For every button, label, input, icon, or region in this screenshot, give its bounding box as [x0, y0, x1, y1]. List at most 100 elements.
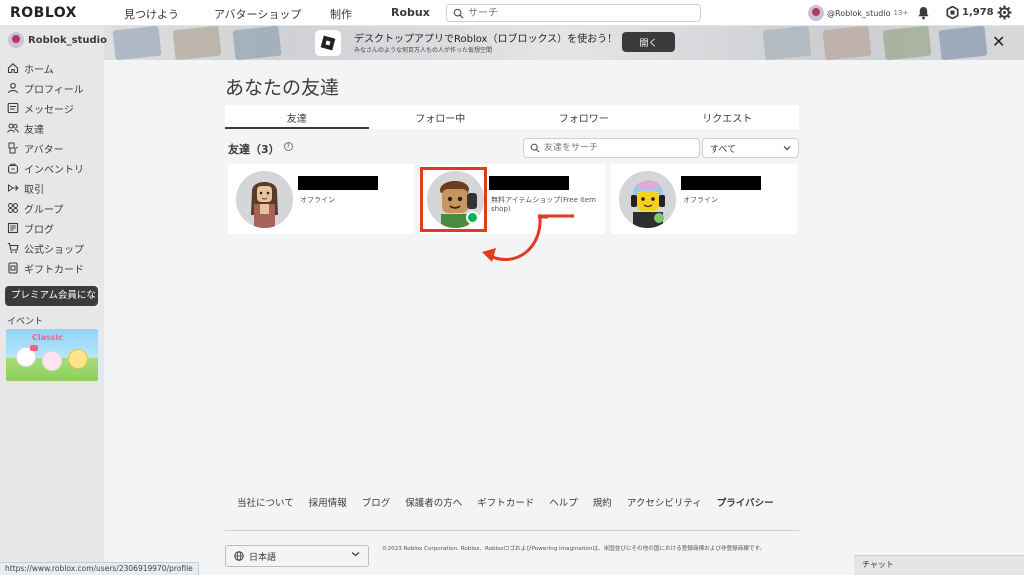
- footer-divider: [225, 530, 799, 531]
- sidebar-item-messages[interactable]: メッセージ: [7, 100, 74, 116]
- footer-link-blog[interactable]: ブログ: [362, 495, 391, 509]
- friends-icon: [7, 123, 19, 133]
- banner-decoration: [938, 26, 988, 60]
- robux-icon: [946, 6, 959, 19]
- banner-subtitle: みなさんのような何百万人もの人が作った仮想空間: [354, 47, 493, 54]
- friends-count-label: 友達（3）: [228, 143, 280, 156]
- language-dropdown[interactable]: 日本語: [225, 545, 369, 567]
- profile-icon: [7, 82, 19, 94]
- banner-title: デスクトップアプリでRoblox（ロブロックス）を使おう！: [354, 34, 618, 45]
- sidebar-item-label: グループ: [24, 204, 64, 216]
- sidebar-item-profile[interactable]: プロフィール: [7, 80, 84, 96]
- trade-icon: [8, 184, 19, 192]
- sidebar-item-trade[interactable]: 取引: [7, 180, 44, 196]
- bow-icon: [30, 345, 38, 351]
- giftcard-icon: [8, 262, 18, 274]
- username-label: @Roblok_studio: [827, 8, 891, 18]
- friend-avatar[interactable]: [236, 171, 293, 228]
- friend-filter-dropdown[interactable]: すべて: [702, 138, 799, 158]
- filter-value: すべて: [710, 144, 737, 155]
- avatar-icon: [8, 142, 18, 154]
- search-input[interactable]: [468, 7, 688, 19]
- friends-heading: 友達（3） ?: [228, 141, 293, 157]
- sidebar-item-home[interactable]: ホーム: [7, 60, 54, 76]
- globe-icon: [234, 551, 244, 561]
- tab-following[interactable]: フォロー中: [369, 105, 513, 129]
- nav-robux[interactable]: Robux: [391, 6, 430, 19]
- sidebar-item-shop[interactable]: 公式ショップ: [7, 240, 84, 256]
- footer-link-privacy[interactable]: プライバシー: [717, 495, 774, 509]
- tab-friends[interactable]: 友達: [225, 105, 369, 129]
- sidebar-item-label: ホーム: [24, 64, 54, 76]
- friend-search-box[interactable]: [523, 138, 700, 158]
- user-menu[interactable]: @Roblok_studio 13+: [808, 5, 908, 21]
- gear-icon[interactable]: [997, 5, 1012, 20]
- banner-decoration: [112, 26, 162, 60]
- banner-decoration: [232, 26, 282, 60]
- events-heading: イベント: [7, 317, 44, 327]
- sidebar-item-giftcard[interactable]: ギフトカード: [7, 260, 84, 276]
- footer-link-help[interactable]: ヘルプ: [549, 495, 578, 509]
- sidebar-item-blog[interactable]: ブログ: [7, 220, 54, 236]
- robux-balance[interactable]: 1,978: [946, 6, 994, 19]
- status-url: https://www.roblox.com/users/2306919970/…: [0, 562, 199, 575]
- chevron-down-icon: [783, 146, 791, 151]
- friend-search-input[interactable]: [544, 143, 694, 153]
- friend-card[interactable]: オフライン: [228, 164, 414, 234]
- footer-link-parents[interactable]: 保護者の方へ: [405, 495, 462, 509]
- footer-link-accessibility[interactable]: アクセシビリティ: [627, 495, 702, 509]
- tab-followers[interactable]: フォロワー: [512, 105, 656, 129]
- language-value: 日本語: [249, 552, 277, 563]
- blog-icon: [7, 222, 19, 234]
- inventory-icon: [7, 163, 19, 174]
- friend-status: オフライン: [683, 196, 718, 204]
- friend-card[interactable]: オフライン: [611, 164, 797, 234]
- footer-link-terms[interactable]: 規約: [593, 495, 612, 509]
- footer-link-giftcards[interactable]: ギフトカード: [477, 495, 534, 509]
- event-banner[interactable]: Classic: [6, 329, 98, 381]
- search-box[interactable]: [446, 4, 701, 22]
- search-icon: [453, 8, 464, 19]
- nav-avatar-shop[interactable]: アバターショップ: [214, 6, 301, 22]
- sidebar-item-label: アバター: [24, 144, 64, 156]
- footer-link-jobs[interactable]: 採用情報: [309, 495, 347, 509]
- friend-avatar[interactable]: [619, 171, 676, 228]
- user-avatar-icon: [808, 5, 824, 21]
- sidebar-item-label: ブログ: [24, 224, 54, 236]
- sidebar-item-label: メッセージ: [24, 104, 74, 116]
- sidebar-item-label: プロフィール: [24, 84, 84, 96]
- roblox-logo[interactable]: ROBLOX: [10, 5, 77, 21]
- bell-icon[interactable]: [917, 6, 930, 20]
- sidebar-item-label: ギフトカード: [24, 264, 84, 276]
- redacted-username: [489, 176, 569, 190]
- nav-discover[interactable]: 見つけよう: [124, 6, 179, 22]
- nav-create[interactable]: 制作: [330, 6, 352, 22]
- close-icon[interactable]: ✕: [992, 34, 1005, 50]
- avatar-girl-icon: [236, 171, 293, 228]
- footer-link-about[interactable]: 当社について: [237, 495, 294, 509]
- top-navigation-bar: ROBLOX 見つけよう アバターショップ 制作 Robux @Roblok_s…: [0, 0, 1024, 26]
- sidebar-item-inventory[interactable]: インベントリ: [7, 160, 84, 176]
- page-title: あなたの友達: [225, 77, 340, 99]
- character-icon: [68, 349, 88, 369]
- open-app-button[interactable]: 開く: [622, 32, 675, 52]
- premium-button[interactable]: プレミアム会員にな: [5, 286, 98, 306]
- sidebar-username: Roblok_studio: [28, 34, 107, 46]
- sidebar-user[interactable]: Roblok_studio: [8, 32, 107, 48]
- tab-requests[interactable]: リクエスト: [656, 105, 800, 129]
- chat-bar[interactable]: チャット: [854, 555, 1024, 575]
- redacted-username: [298, 176, 378, 190]
- footer-links: 当社について 採用情報 ブログ 保護者の方へ ギフトカード ヘルプ 規約 アクセ…: [237, 495, 789, 509]
- help-icon[interactable]: ?: [283, 141, 293, 151]
- left-sidebar: Roblok_studio ホーム プロフィール メッセージ 友達 アバター イ…: [0, 26, 107, 575]
- banner-decoration: [882, 26, 932, 60]
- sidebar-avatar-icon: [8, 32, 24, 48]
- event-banner-title: Classic: [32, 333, 64, 342]
- chevron-down-icon: [351, 552, 360, 557]
- sidebar-item-groups[interactable]: グループ: [7, 200, 63, 216]
- sidebar-item-avatar[interactable]: アバター: [7, 140, 64, 156]
- robux-count: 1,978: [962, 7, 994, 18]
- roblox-app-icon: [315, 30, 341, 56]
- sidebar-item-friends[interactable]: 友達: [7, 120, 44, 136]
- copyright-text: ©2023 Roblox Corporation. Roblox、Robloxロ…: [382, 546, 766, 552]
